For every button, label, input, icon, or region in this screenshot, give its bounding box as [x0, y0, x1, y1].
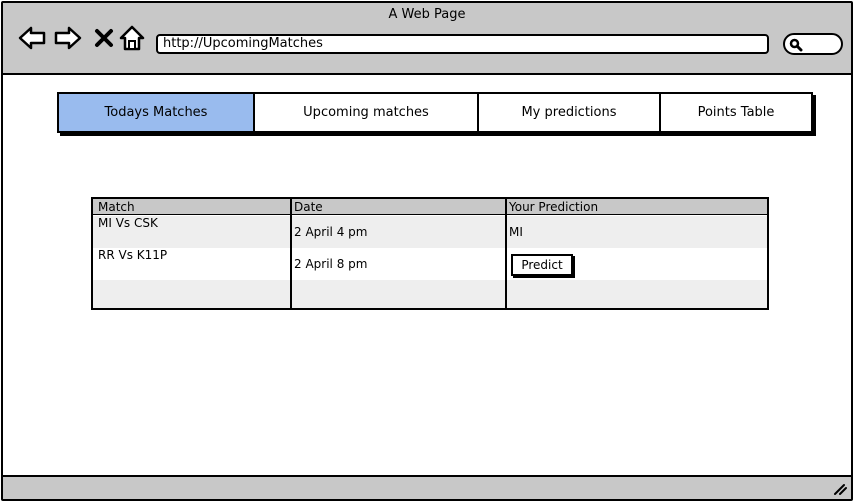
tab-upcoming-matches[interactable]: Upcoming matches	[255, 94, 479, 131]
window-title: A Web Page	[388, 7, 466, 22]
url-input[interactable]: http://UpcomingMatches	[156, 34, 769, 54]
table-row	[93, 248, 767, 280]
predict-button[interactable]: Predict	[511, 254, 573, 276]
forward-arrow-icon[interactable]	[53, 23, 83, 53]
match-cell: RR Vs K11P	[98, 248, 168, 262]
prediction-cell: MI	[509, 225, 523, 239]
header-match: Match	[98, 200, 135, 214]
tab-todays-matches[interactable]: Todays Matches	[59, 94, 255, 131]
matches-table: Match Date Your Prediction MI Vs CSK 2 A…	[91, 197, 769, 310]
browser-titlebar: A Web Page http://UpcomingMatches	[3, 3, 851, 75]
date-cell: 2 April 4 pm	[294, 225, 368, 239]
header-date: Date	[294, 200, 323, 214]
home-icon[interactable]	[117, 23, 147, 53]
tab-points-table[interactable]: Points Table	[661, 94, 811, 131]
match-cell: MI Vs CSK	[98, 216, 158, 230]
table-header	[93, 199, 767, 215]
tab-my-predictions[interactable]: My predictions	[479, 94, 661, 131]
status-bar	[3, 475, 851, 499]
back-arrow-icon[interactable]	[17, 23, 47, 53]
resize-handle-icon[interactable]	[833, 483, 847, 495]
column-divider	[505, 199, 507, 308]
date-cell: 2 April 8 pm	[294, 257, 368, 271]
search-input[interactable]	[783, 33, 843, 55]
tab-bar: Todays Matches Upcoming matches My predi…	[57, 92, 813, 133]
close-x-icon[interactable]	[89, 23, 119, 53]
browser-window: A Web Page http://UpcomingMatches Todays…	[1, 1, 853, 501]
search-icon	[789, 38, 803, 52]
column-divider	[290, 199, 292, 308]
table-row	[93, 280, 767, 308]
header-prediction: Your Prediction	[509, 200, 599, 214]
table-row	[93, 216, 767, 248]
